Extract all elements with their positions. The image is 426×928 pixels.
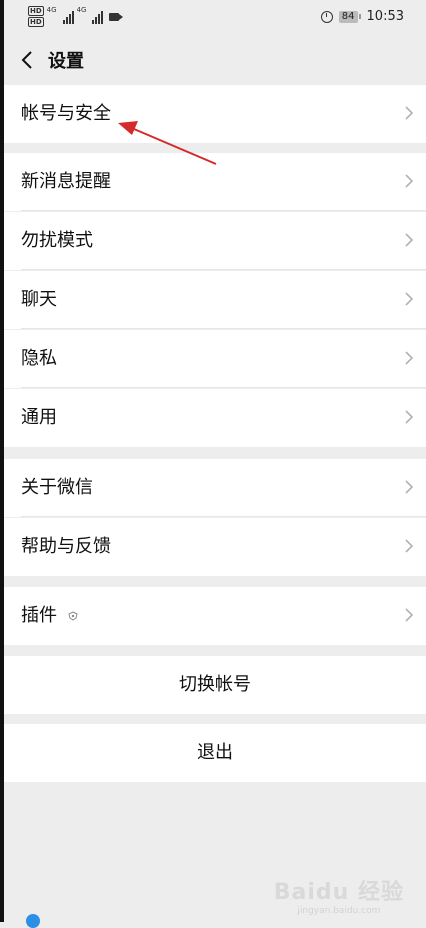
chevron-right-icon [405, 106, 414, 120]
status-icons-left: HD HD 4G 4G [28, 6, 124, 27]
chevron-right-icon [405, 410, 414, 424]
video-call-icon [109, 12, 124, 21]
switch-account-button[interactable]: 切换帐号 [4, 656, 426, 714]
back-button[interactable] [16, 48, 40, 72]
signal-label-1: 4G [46, 6, 57, 14]
settings-item-label: 关于微信 [21, 477, 93, 498]
settings-item-label: 勿扰模式 [21, 230, 93, 251]
divider [21, 328, 426, 329]
settings-item-label: 帐号与安全 [21, 103, 111, 124]
chevron-right-icon [405, 539, 414, 553]
signal-icon-2 [92, 10, 104, 24]
signal-label-2: 4G [76, 6, 87, 14]
watermark-logo: Baidu 经验 jingyan.baidu.com [274, 874, 404, 916]
status-icons-right: 84 10:53 [320, 9, 404, 24]
settings-item-plugins[interactable]: 插件 [4, 587, 426, 645]
alarm-icon [320, 10, 333, 23]
floating-dot [26, 914, 40, 928]
settings-item-general[interactable]: 通用 [4, 389, 426, 447]
chevron-left-icon [21, 51, 32, 69]
divider [21, 210, 426, 211]
settings-item-label: 隐私 [21, 348, 57, 369]
chevron-right-icon [405, 292, 414, 306]
chevron-right-icon [405, 233, 414, 247]
settings-item-new-message-alerts[interactable]: 新消息提醒 [4, 153, 426, 211]
settings-item-label: 通用 [21, 407, 57, 428]
clock-time: 10:53 [366, 9, 404, 24]
chevron-right-icon [405, 480, 414, 494]
chevron-right-icon [405, 351, 414, 365]
left-edge-bar [0, 0, 4, 922]
watermark-url: jingyan.baidu.com [297, 906, 381, 916]
status-bar: HD HD 4G 4G 84 10:53 [4, 0, 426, 36]
settings-item-account-security[interactable]: 帐号与安全 [4, 85, 426, 143]
settings-item-label: 帮助与反馈 [21, 536, 111, 557]
watermark-brand: Baidu 经验 [273, 880, 404, 905]
hd-badge-1: HD [28, 6, 44, 16]
chevron-right-icon [405, 608, 414, 622]
shield-icon [68, 611, 78, 621]
settings-item-do-not-disturb[interactable]: 勿扰模式 [4, 212, 426, 270]
hd-badges: HD HD [28, 6, 44, 27]
settings-item-label: 插件 [21, 605, 57, 626]
top-bar: 设置 [4, 36, 426, 84]
settings-item-about-wechat[interactable]: 关于微信 [4, 459, 426, 517]
logout-label: 退出 [197, 742, 233, 763]
settings-item-help-feedback[interactable]: 帮助与反馈 [4, 518, 426, 576]
logout-button[interactable]: 退出 [4, 724, 426, 782]
battery-level: 84 [338, 10, 358, 23]
settings-item-chat[interactable]: 聊天 [4, 271, 426, 329]
settings-item-label: 聊天 [21, 289, 57, 310]
settings-item-label: 新消息提醒 [21, 171, 111, 192]
divider [21, 269, 426, 270]
divider [21, 516, 426, 517]
chevron-right-icon [405, 174, 414, 188]
hd-badge-2: HD [28, 17, 44, 27]
divider [21, 387, 426, 388]
settings-item-privacy[interactable]: 隐私 [4, 330, 426, 388]
switch-account-label: 切换帐号 [179, 674, 251, 695]
signal-icon-1 [62, 10, 74, 24]
page-title: 设置 [48, 51, 84, 72]
battery-icon: 84 [338, 10, 361, 23]
